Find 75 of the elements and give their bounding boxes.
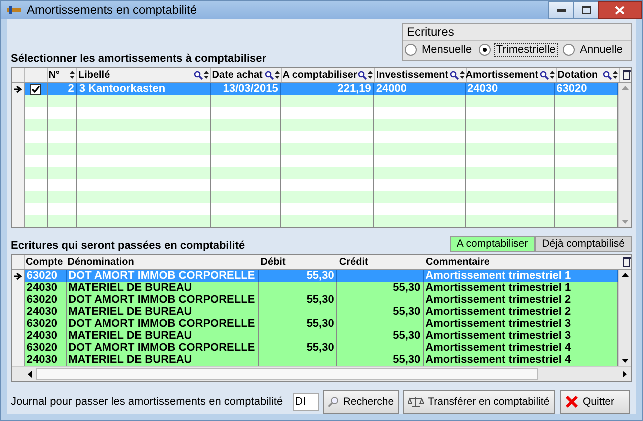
table-cell: DOT AMORT IMMOB CORPORELLE bbox=[68, 294, 256, 306]
table-cell: MATERIEL DE BUREAU bbox=[68, 306, 192, 318]
table-cell: Amortissement trimestriel 3 bbox=[426, 330, 572, 342]
table-cell: DOT AMORT IMMOB CORPORELLE bbox=[68, 270, 256, 282]
table-row[interactable]: 24030 MATERIEL DE BUREAU 55,30 Amortissement trimestriel 4 bbox=[12, 354, 618, 366]
column-header[interactable]: N° bbox=[48, 70, 60, 80]
radio-label: Trimestrielle bbox=[494, 43, 558, 57]
column-header[interactable]: Date achat bbox=[212, 70, 263, 80]
table-cell: Amortissement trimestriel 4 bbox=[426, 354, 572, 366]
action-button[interactable]: Transférer en comptabilité bbox=[403, 390, 555, 414]
column-header[interactable]: Amortissement bbox=[466, 70, 539, 80]
table-cell: 55,30 bbox=[306, 342, 334, 354]
table-cell: Amortissement trimestriel 1 bbox=[426, 270, 572, 282]
table-cell: DOT AMORT IMMOB CORPORELLE bbox=[68, 342, 256, 354]
table-cell: 55,30 bbox=[306, 318, 334, 330]
table-cell: 63020 bbox=[26, 342, 58, 354]
radio-label: Annuelle bbox=[579, 43, 624, 57]
table-cell: DOT AMORT IMMOB CORPORELLE bbox=[68, 318, 256, 330]
table-cell: Amortissement trimestriel 4 bbox=[426, 342, 572, 354]
column-header[interactable]: Dénomination bbox=[68, 256, 134, 268]
section-label: Ecritures qui seront passées en comptabilité bbox=[11, 240, 246, 252]
legend-tag: A comptabiliser bbox=[450, 236, 536, 252]
radio-label: Mensuelle bbox=[421, 43, 474, 57]
table-cell: 221,19 bbox=[338, 83, 372, 95]
table-row[interactable]: 24030 MATERIEL DE BUREAU 55,30 Amortissement trimestriel 1 bbox=[12, 282, 618, 294]
radio-option[interactable]: Annuelle bbox=[563, 43, 625, 57]
journal-label: Journal pour passer les amortissements en comptabilité bbox=[11, 396, 284, 408]
column-header[interactable]: Commentaire bbox=[426, 256, 490, 268]
table-row[interactable]: 24030 MATERIEL DE BUREAU 55,30 Amortissement trimestriel 3 bbox=[12, 330, 618, 342]
table-cell: 24030 bbox=[26, 282, 58, 294]
window-title: Amortissements en comptabilité bbox=[27, 3, 198, 17]
radio-option[interactable]: Trimestrielle bbox=[479, 43, 558, 57]
column-header[interactable]: A comptabiliser bbox=[282, 70, 358, 80]
action-button[interactable]: Recherche bbox=[323, 390, 400, 414]
table-cell: Amortissement trimestriel 2 bbox=[426, 294, 572, 306]
table-cell: 55,30 bbox=[393, 354, 421, 366]
table-cell: 3 Kantoorkasten bbox=[79, 83, 166, 95]
table-cell: 55,30 bbox=[393, 330, 421, 342]
radio-option[interactable]: Mensuelle bbox=[405, 43, 474, 57]
table-row[interactable]: 24030 MATERIEL DE BUREAU 55,30 Amortissement trimestriel 2 bbox=[12, 306, 618, 318]
table-cell: 2 bbox=[68, 83, 74, 95]
table-row[interactable]: 63020 DOT AMORT IMMOB CORPORELLE 55,30 Amortissement trimestriel 4 bbox=[12, 342, 618, 354]
table-cell: 24030 bbox=[468, 83, 498, 95]
table-cell: MATERIEL DE BUREAU bbox=[68, 282, 192, 294]
column-header[interactable]: Débit bbox=[260, 256, 286, 268]
action-button[interactable]: Quitter bbox=[560, 390, 630, 414]
table-cell: 13/03/2015 bbox=[223, 83, 278, 95]
table-row[interactable]: 63020 DOT AMORT IMMOB CORPORELLE 55,30 Amortissement trimestriel 3 bbox=[12, 318, 618, 330]
table-cell: 63020 bbox=[26, 294, 58, 306]
table-cell: Amortissement trimestriel 2 bbox=[426, 306, 572, 318]
table-cell: 55,30 bbox=[393, 282, 421, 294]
table-cell: 63020 bbox=[26, 318, 58, 330]
table-cell: 24000 bbox=[376, 83, 407, 95]
legend-tag: Déjà comptabilisé bbox=[535, 236, 632, 252]
table-cell: Amortissement trimestriel 1 bbox=[426, 282, 572, 294]
table-cell: 24030 bbox=[26, 306, 58, 318]
table-cell: 55,30 bbox=[306, 294, 334, 306]
table-cell: 63020 bbox=[556, 83, 588, 95]
table-cell: 55,30 bbox=[306, 270, 334, 282]
journal-field[interactable]: DI bbox=[293, 393, 320, 411]
column-header[interactable]: Libellé bbox=[78, 70, 110, 80]
table-cell: MATERIEL DE BUREAU bbox=[68, 354, 192, 366]
table-cell: 24030 bbox=[26, 330, 58, 342]
section-label: Sélectionner les amortissements à comptabiliser bbox=[11, 53, 267, 65]
table-cell: 55,30 bbox=[393, 306, 421, 318]
table-cell: 24030 bbox=[26, 354, 58, 366]
column-header[interactable]: Dotation bbox=[558, 70, 598, 80]
column-header[interactable]: Compte bbox=[26, 256, 64, 268]
column-header[interactable]: Crédit bbox=[339, 256, 368, 268]
group-title: Ecritures bbox=[403, 24, 631, 41]
table-row[interactable]: 63020 DOT AMORT IMMOB CORPORELLE 55,30 Amortissement trimestriel 2 bbox=[12, 294, 618, 306]
column-header[interactable]: Investissement bbox=[376, 70, 449, 80]
table-cell: MATERIEL DE BUREAU bbox=[68, 330, 192, 342]
table-cell: Amortissement trimestriel 3 bbox=[426, 318, 572, 330]
table-cell: 63020 bbox=[26, 270, 58, 282]
